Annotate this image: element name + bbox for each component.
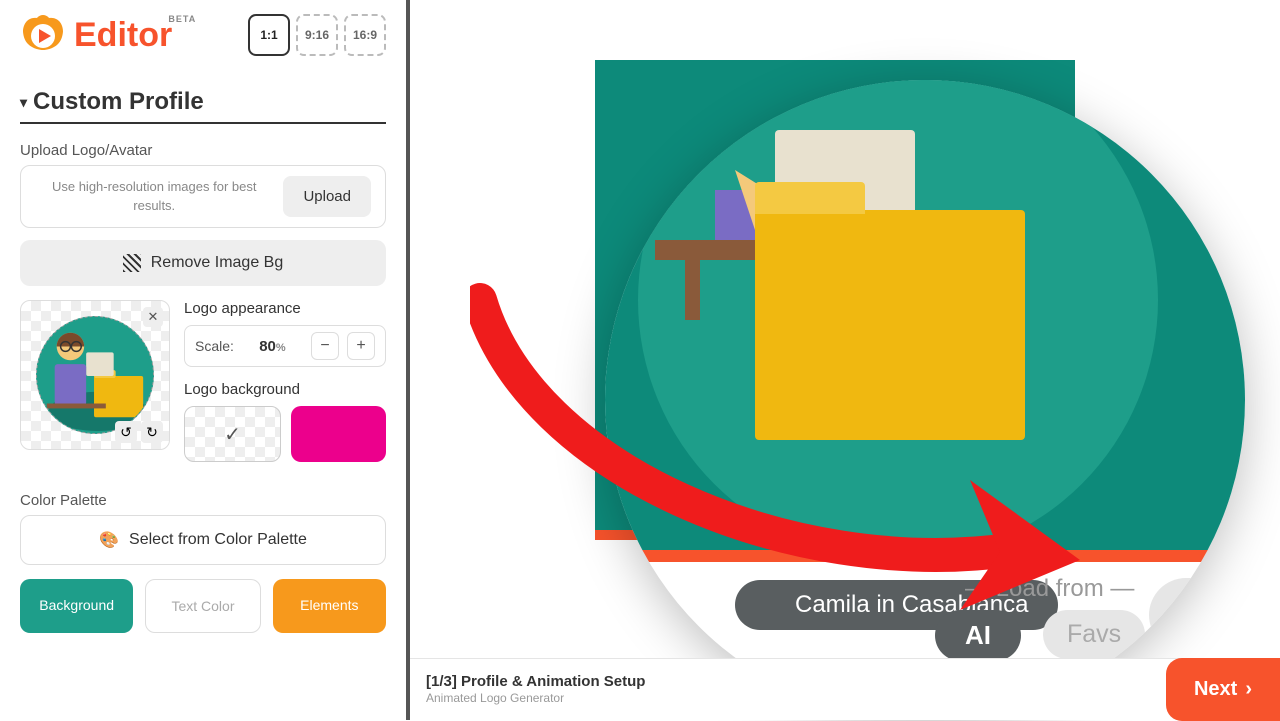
hatch-icon (123, 254, 141, 272)
check-icon: ✓ (224, 422, 241, 447)
load-ai-button[interactable]: AI (935, 610, 1021, 661)
footer-step: [1/3] Profile & Animation Setup (426, 672, 645, 692)
ratio-16-9[interactable]: 16:9 (344, 14, 386, 56)
upload-label: Upload Logo/Avatar (20, 142, 386, 159)
go-button[interactable]: 👆 (1149, 578, 1245, 652)
select-palette-button[interactable]: 🎨 Select from Color Palette (20, 515, 386, 565)
avatar-illustration (37, 317, 153, 433)
upload-button[interactable]: Upload (283, 176, 371, 217)
appearance-label: Logo appearance (184, 300, 386, 317)
app-name: EditorBETA (74, 16, 172, 55)
logo-controls: Logo appearance Scale: 80% − + Logo back… (184, 300, 386, 462)
header: EditorBETA 1:1 9:16 16:9 (20, 12, 386, 58)
footer: [1/3] Profile & Animation Setup Animated… (410, 658, 1280, 720)
remove-bg-button[interactable]: Remove Image Bg (20, 240, 386, 286)
palette-title: Color Palette (20, 492, 386, 509)
chip-elements[interactable]: Elements (273, 579, 386, 633)
scale-plus-button[interactable]: + (347, 332, 375, 360)
preview-circle (36, 316, 154, 434)
next-label: Next (1194, 678, 1237, 701)
scale-minus-button[interactable]: − (311, 332, 339, 360)
chevron-right-icon: › (1245, 678, 1252, 701)
palette-icon: 🎨 (99, 530, 119, 550)
magnifier-overlay: Camila in Casablanca — Load from — AI Fa… (605, 80, 1245, 720)
chip-text-color[interactable]: Text Color (145, 579, 260, 633)
section-title-label: Custom Profile (33, 88, 204, 116)
rotate-right-icon[interactable]: ↻ (141, 421, 163, 443)
canvas: Camila in Casablanca — Load from — AI Fa… (410, 0, 1280, 720)
upload-box: Use high-resolution images for best resu… (20, 165, 386, 228)
ratio-9-16[interactable]: 9:16 (296, 14, 338, 56)
chevron-down-icon: ▾ (20, 94, 27, 111)
select-palette-label: Select from Color Palette (129, 531, 307, 549)
rotate-buttons: ↺ ↻ (115, 421, 163, 443)
preview-row: ✕ ↺ ↻ Logo a (20, 300, 386, 462)
folder-illustration (755, 210, 1025, 440)
load-favs-button[interactable]: Favs (1043, 610, 1145, 659)
cursor-hand-icon: 👆 (1189, 600, 1214, 625)
ratio-1-1[interactable]: 1:1 (248, 14, 290, 56)
upload-hint: Use high-resolution images for best resu… (35, 178, 283, 214)
scale-value: 80% (242, 338, 303, 355)
next-button[interactable]: Next › (1166, 658, 1280, 721)
logo: EditorBETA (20, 12, 172, 58)
rotate-left-icon[interactable]: ↺ (115, 421, 137, 443)
logo-bg-label: Logo background (184, 381, 386, 398)
scale-label: Scale: (195, 338, 234, 354)
bg-options: ✓ (184, 406, 386, 462)
bg-solid-option[interactable] (291, 406, 386, 462)
section-custom-profile[interactable]: ▾ Custom Profile (20, 88, 386, 124)
aspect-ratio-group: 1:1 9:16 16:9 (248, 14, 386, 56)
remove-bg-label: Remove Image Bg (151, 254, 284, 272)
scale-control: Scale: 80% − + (184, 325, 386, 367)
chip-background[interactable]: Background (20, 579, 133, 633)
bg-transparent-option[interactable]: ✓ (184, 406, 281, 462)
footer-subtitle: Animated Logo Generator (426, 691, 645, 707)
beta-badge: BETA (168, 14, 196, 24)
logo-preview[interactable]: ✕ ↺ ↻ (20, 300, 170, 450)
load-from-label: — Load from — (965, 575, 1134, 603)
sidebar: EditorBETA 1:1 9:16 16:9 ▾ Custom Profil… (0, 0, 410, 720)
palette-chips: Background Text Color Elements (20, 579, 386, 633)
app-logo-icon (20, 12, 66, 58)
